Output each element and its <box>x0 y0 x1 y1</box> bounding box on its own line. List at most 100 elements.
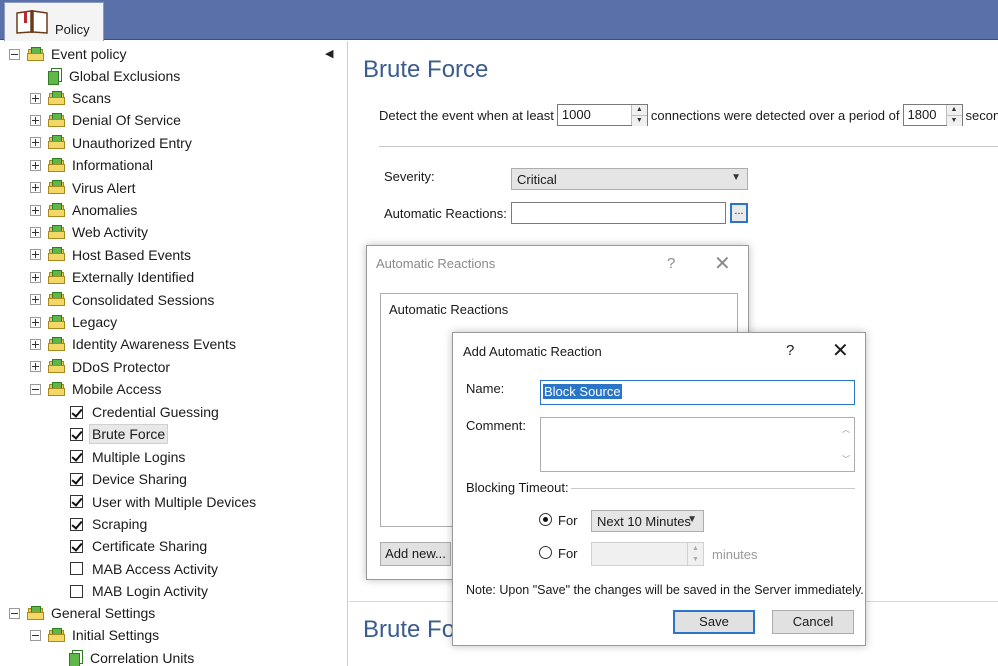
tree-node-category[interactable]: Legacy <box>30 311 117 333</box>
stepper-up-icon[interactable]: ▲ <box>946 105 962 115</box>
tree-node-correlation-units[interactable]: Correlation Units <box>69 647 194 666</box>
stepper-down-icon[interactable]: ▼ <box>631 115 647 126</box>
expand-toggle-icon[interactable] <box>30 249 41 261</box>
folder-icon <box>48 112 66 128</box>
comment-textarea[interactable]: ︿ ﹀ <box>540 417 855 472</box>
cancel-button[interactable]: Cancel <box>772 610 854 634</box>
checkbox[interactable] <box>70 450 83 464</box>
collapse-pane-icon[interactable]: ◀ <box>325 47 333 60</box>
tree-node-event-policy[interactable]: Event policy <box>9 43 126 65</box>
expand-toggle-icon[interactable] <box>30 114 41 126</box>
scroll-down-icon[interactable]: ﹀ <box>842 454 850 465</box>
add-automatic-reaction-dialog: Add Automatic Reaction ? ✕ Name: Block S… <box>452 332 866 646</box>
custom-minutes-stepper[interactable]: ▲ ▼ <box>591 542 704 566</box>
tree-node-event[interactable]: Multiple Logins <box>70 446 185 468</box>
detect-rule-row: Detect the event when at least 1000 ▲ ▼ c… <box>379 104 998 126</box>
tree-node-category[interactable]: Denial Of Service <box>30 109 181 131</box>
period-value[interactable]: 1800 <box>904 105 946 125</box>
radio-for-custom[interactable] <box>539 546 552 559</box>
detect-middle-text: connections were detected over a period … <box>650 107 900 123</box>
help-icon[interactable]: ? <box>667 255 675 272</box>
radio-for-custom-label: For <box>558 546 578 561</box>
save-note: Note: Upon "Save" the changes will be sa… <box>466 583 864 597</box>
checkbox[interactable] <box>70 427 83 441</box>
tree-node-category[interactable]: Anomalies <box>30 199 137 221</box>
expand-toggle-icon[interactable] <box>30 226 41 238</box>
expand-toggle-icon[interactable] <box>30 137 41 149</box>
expand-toggle-icon[interactable] <box>30 182 41 194</box>
collapse-toggle-icon[interactable] <box>9 607 20 619</box>
checkbox[interactable] <box>70 562 83 576</box>
folder-icon <box>48 627 66 643</box>
lower-section-title: Brute For <box>363 616 464 643</box>
collapse-toggle-icon[interactable] <box>9 48 20 60</box>
checkbox[interactable] <box>70 472 83 486</box>
checkbox[interactable] <box>70 539 83 553</box>
tree-node-event[interactable]: Brute Force <box>70 423 169 445</box>
stepper-down-icon[interactable]: ▼ <box>946 115 962 126</box>
expand-toggle-icon[interactable] <box>30 92 41 104</box>
radio-for-preset[interactable] <box>539 513 552 526</box>
period-stepper[interactable]: 1800 ▲ ▼ <box>902 104 963 126</box>
automatic-reactions-field[interactable] <box>511 202 726 224</box>
tree-node-category[interactable]: Virus Alert <box>30 177 136 199</box>
checkbox[interactable] <box>70 495 83 509</box>
checkbox[interactable] <box>70 405 83 419</box>
close-icon[interactable]: ✕ <box>714 254 731 274</box>
tree-node-event[interactable]: User with Multiple Devices <box>70 491 256 513</box>
tree-node-event[interactable]: MAB Login Activity <box>70 580 208 602</box>
tree-node-category[interactable]: Host Based Events <box>30 244 191 266</box>
tree-node-label: Denial Of Service <box>72 112 181 129</box>
expand-toggle-icon[interactable] <box>30 204 41 216</box>
policy-tab[interactable]: Policy <box>4 2 104 41</box>
tree-node-category[interactable]: Web Activity <box>30 221 148 243</box>
tree-node-category[interactable]: Consolidated Sessions <box>30 289 214 311</box>
tree-node-global-exclusions[interactable]: Global Exclusions <box>48 65 180 87</box>
minutes-label: minutes <box>712 547 758 562</box>
list-header: Automatic Reactions <box>389 302 509 317</box>
tree-node-general-settings[interactable]: General Settings <box>9 602 155 624</box>
save-button[interactable]: Save <box>673 610 755 634</box>
checkbox[interactable] <box>70 517 83 531</box>
collapse-toggle-icon[interactable] <box>30 629 41 641</box>
tree-node-label: Multiple Logins <box>92 448 186 465</box>
timeout-preset-select[interactable]: Next 10 Minutes ▼ <box>591 510 704 532</box>
add-new-button[interactable]: Add new... <box>380 542 451 566</box>
tree-node-event[interactable]: Scraping <box>70 513 147 535</box>
help-icon[interactable]: ? <box>786 342 794 359</box>
expand-toggle-icon[interactable] <box>30 159 41 171</box>
expand-toggle-icon[interactable] <box>30 361 41 373</box>
expand-toggle-icon[interactable] <box>30 271 41 283</box>
expand-toggle-icon[interactable] <box>30 316 41 328</box>
section-divider <box>379 146 998 147</box>
severity-select[interactable]: Critical ▼ <box>511 168 748 190</box>
tree-node-event[interactable]: Certificate Sharing <box>70 535 207 557</box>
tree-node-category[interactable]: Unauthorized Entry <box>30 132 192 154</box>
connections-stepper[interactable]: 1000 ▲ ▼ <box>556 104 648 126</box>
collapse-toggle-icon[interactable] <box>30 383 41 395</box>
close-icon[interactable]: ✕ <box>832 341 849 361</box>
scroll-up-icon[interactable]: ︿ <box>842 424 850 435</box>
expand-toggle-icon[interactable] <box>30 338 41 350</box>
tree-node-event[interactable]: MAB Access Activity <box>70 558 218 580</box>
connections-value[interactable]: 1000 <box>558 105 631 125</box>
tree-node-category[interactable]: Identity Awareness Events <box>30 333 236 355</box>
stepper-arrows-icon[interactable]: ▲ ▼ <box>687 543 703 565</box>
folder-icon <box>48 157 66 173</box>
tree-node-mobile-access[interactable]: Mobile Access <box>30 378 161 400</box>
detect-suffix-text: seconds. <box>965 107 998 123</box>
expand-toggle-icon[interactable] <box>30 294 41 306</box>
tree-node-category[interactable]: Externally Identified <box>30 266 194 288</box>
stepper-up-icon[interactable]: ▲ <box>631 105 647 115</box>
tree-node-event[interactable]: Device Sharing <box>70 468 187 490</box>
tree-node-initial-settings[interactable]: Initial Settings <box>30 624 159 646</box>
name-input[interactable]: Block Source <box>540 380 855 405</box>
tree-node-category[interactable]: Informational <box>30 154 153 176</box>
checkbox[interactable] <box>70 584 83 598</box>
tree-node-category[interactable]: DDoS Protector <box>30 356 170 378</box>
tree-node-label: DDoS Protector <box>72 358 171 375</box>
automatic-reactions-label: Automatic Reactions: <box>384 206 507 221</box>
tree-node-category[interactable]: Scans <box>30 87 111 109</box>
browse-reactions-button[interactable]: ... <box>730 203 748 223</box>
tree-node-event[interactable]: Credential Guessing <box>70 401 219 423</box>
